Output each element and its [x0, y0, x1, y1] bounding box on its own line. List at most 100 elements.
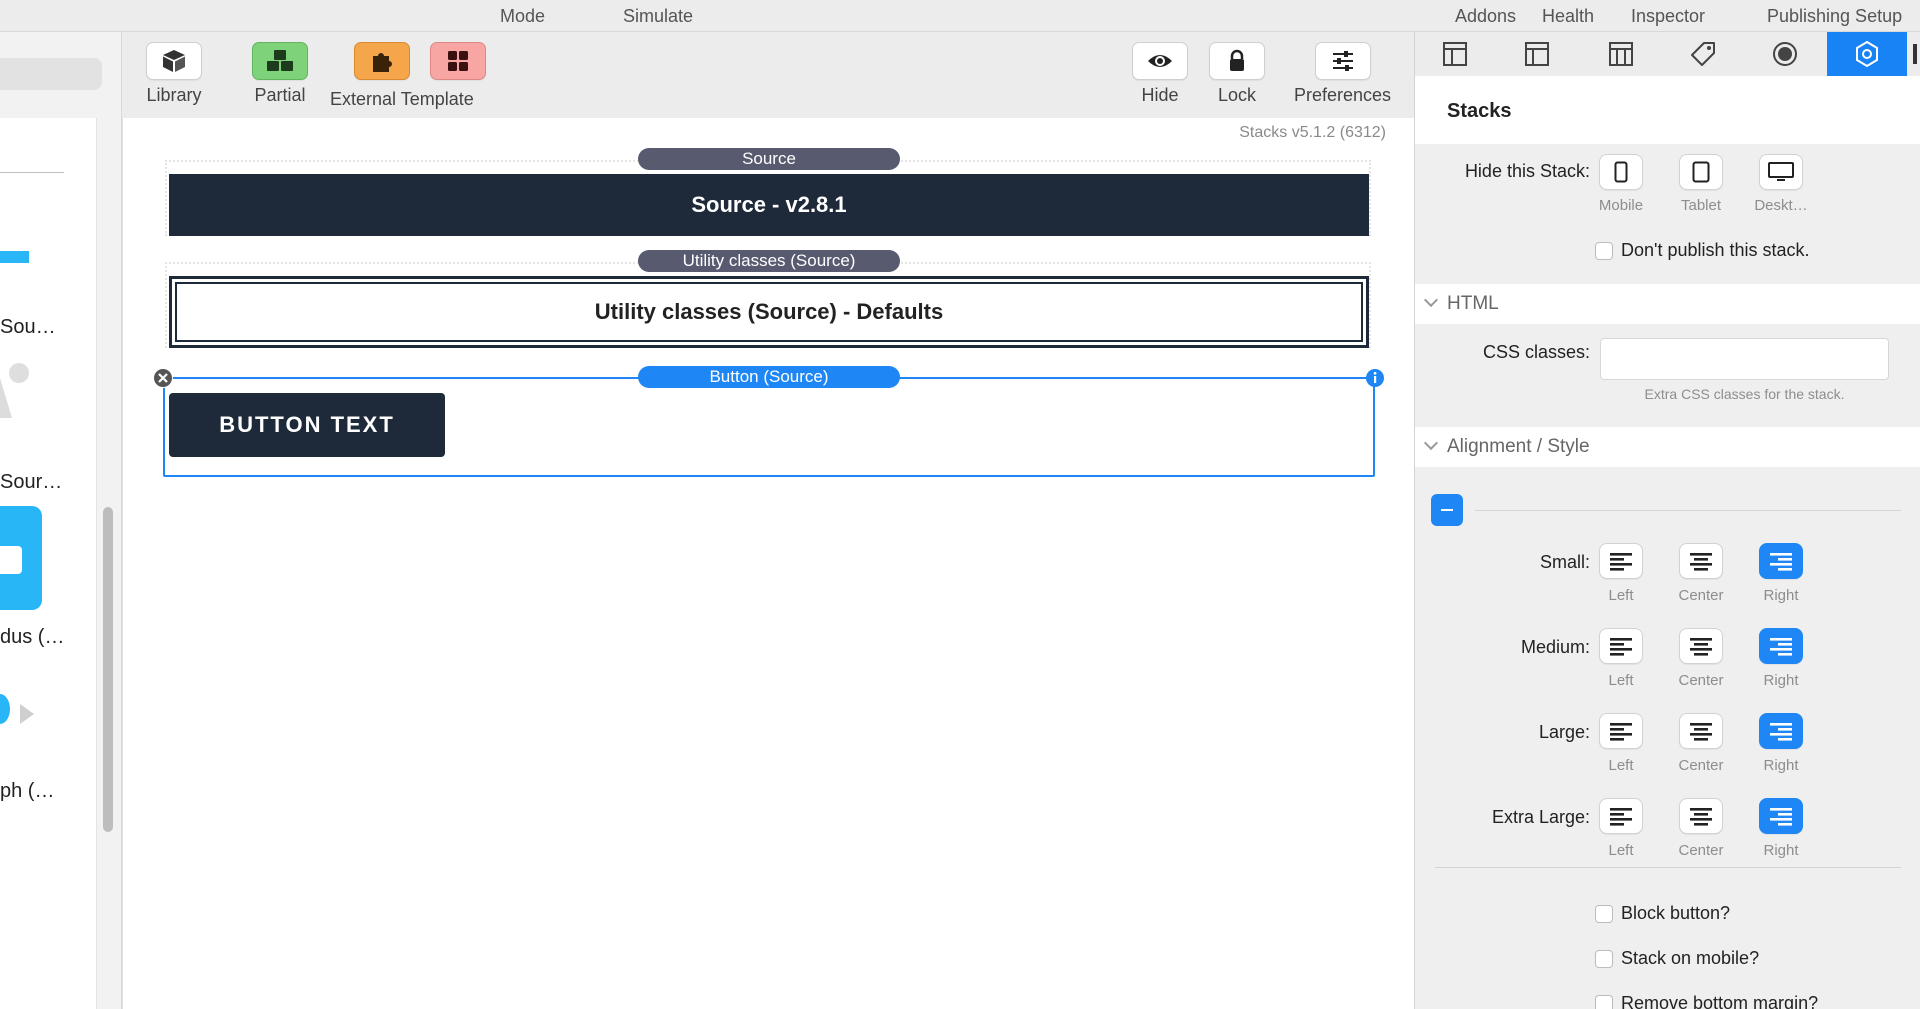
- library-scrollbar[interactable]: [103, 507, 113, 832]
- align-right-button[interactable]: [1759, 798, 1803, 834]
- tab-site[interactable]: [1497, 32, 1577, 76]
- library-item-label[interactable]: ph (…: [0, 780, 54, 803]
- partial-label: Partial: [254, 85, 306, 105]
- align-center-button[interactable]: [1679, 628, 1723, 664]
- external-template-label: External Template: [330, 89, 474, 109]
- align-option-caption: Center: [1678, 672, 1724, 689]
- stacks-header: Stacks: [1415, 76, 1920, 144]
- tab-stack-settings[interactable]: [1827, 32, 1907, 76]
- block-button-checkbox[interactable]: [1595, 905, 1613, 923]
- align-option-caption: Right: [1763, 672, 1799, 689]
- hexagon-gear-icon: [1856, 40, 1878, 68]
- remove-stack-icon[interactable]: [153, 368, 173, 388]
- align-option-caption: Center: [1678, 587, 1724, 604]
- image-stack-icon: [0, 506, 42, 610]
- source-stack-tab[interactable]: Source: [638, 148, 900, 170]
- alignment-row-label: Small:: [1539, 552, 1590, 572]
- library-list: Sou… Sour… dus (… ph (…: [0, 118, 97, 1009]
- hide-desktop-button[interactable]: [1759, 154, 1803, 190]
- align-right-button[interactable]: [1759, 713, 1803, 749]
- source-banner[interactable]: Source - v2.8.1: [169, 174, 1369, 236]
- library-tool[interactable]: Library: [146, 42, 202, 106]
- chevron-down-icon: [1423, 292, 1439, 308]
- button-stack-tab[interactable]: Button (Source): [638, 366, 900, 388]
- chevron-down-icon: [1423, 435, 1439, 451]
- align-center-button[interactable]: [1679, 543, 1723, 579]
- menu-publishing-setup[interactable]: Publishing Setup: [1767, 6, 1902, 27]
- tag-icon: [1691, 42, 1715, 66]
- hide-mobile-button[interactable]: [1599, 154, 1643, 190]
- align-right-icon: [1770, 808, 1792, 826]
- align-right-button[interactable]: [1759, 628, 1803, 664]
- css-classes-input[interactable]: [1600, 338, 1889, 380]
- menu-addons[interactable]: Addons: [1455, 6, 1516, 27]
- menu-health[interactable]: Health: [1542, 6, 1594, 27]
- align-option-caption: Center: [1678, 757, 1724, 774]
- inspector-tabs: [1415, 32, 1920, 76]
- align-left-button[interactable]: [1599, 628, 1643, 664]
- menu-simulate[interactable]: Simulate: [623, 6, 693, 27]
- html-section-title: HTML: [1447, 293, 1499, 314]
- lock-button[interactable]: [1209, 42, 1265, 80]
- template-button[interactable]: [430, 42, 486, 80]
- align-right-icon: [1770, 553, 1792, 571]
- divider: [1475, 510, 1901, 511]
- alignment-row-label: Large:: [1538, 722, 1590, 742]
- library-button[interactable]: [146, 42, 202, 80]
- info-icon[interactable]: [1365, 368, 1385, 388]
- align-left-button[interactable]: [1599, 543, 1643, 579]
- tab-page-layout[interactable]: [1415, 32, 1495, 76]
- cube-icon: [163, 50, 185, 72]
- utility-stack-tab[interactable]: Utility classes (Source): [638, 250, 900, 272]
- library-item-label[interactable]: Sour…: [0, 471, 62, 494]
- tab-resources[interactable]: [1745, 32, 1825, 76]
- utility-banner[interactable]: Utility classes (Source) - Defaults: [169, 276, 1369, 348]
- inspector-panel: Stacks Hide this Stack: Mobile Tablet De…: [1414, 32, 1920, 1009]
- align-left-button[interactable]: [1599, 798, 1643, 834]
- align-center-button[interactable]: [1679, 713, 1723, 749]
- device-caption: Deskt…: [1754, 197, 1808, 214]
- remove-bottom-margin-label: Remove bottom margin?: [1621, 993, 1819, 1009]
- tab-theme[interactable]: [1581, 32, 1661, 76]
- hide-tool[interactable]: Hide: [1132, 42, 1188, 106]
- preview-button[interactable]: BUTTON TEXT: [169, 393, 445, 457]
- editor-canvas[interactable]: Stacks v5.1.2 (6312) Source - v2.8.1 Sou…: [122, 118, 1414, 1009]
- alignment-section-header[interactable]: Alignment / Style: [1415, 427, 1920, 467]
- preferences-button[interactable]: [1314, 42, 1371, 80]
- html-section-header[interactable]: HTML: [1415, 284, 1920, 324]
- align-center-button[interactable]: [1679, 798, 1723, 834]
- library-search-input[interactable]: [0, 58, 102, 90]
- lock-tool[interactable]: Lock: [1209, 42, 1265, 106]
- hide-button[interactable]: [1132, 42, 1188, 80]
- external-button[interactable]: [354, 42, 410, 80]
- minus-icon: [1441, 509, 1453, 511]
- partial-button[interactable]: [252, 42, 308, 80]
- library-item-label[interactable]: Sou…: [0, 316, 56, 339]
- circle-icon: [9, 363, 29, 383]
- align-option-caption: Center: [1678, 842, 1724, 859]
- stack-on-mobile-checkbox[interactable]: [1595, 950, 1613, 968]
- css-classes-label: CSS classes:: [1482, 342, 1590, 362]
- menu-mode[interactable]: Mode: [500, 6, 545, 27]
- remove-bottom-margin-checkbox[interactable]: [1595, 995, 1613, 1009]
- align-left-button[interactable]: [1599, 713, 1643, 749]
- hide-tablet-button[interactable]: [1679, 154, 1723, 190]
- collapse-toggle[interactable]: [1431, 494, 1463, 526]
- tab-seo[interactable]: [1663, 32, 1743, 76]
- align-left-icon: [1610, 553, 1632, 571]
- lock-icon: [1230, 49, 1244, 71]
- layout-icon: [1443, 42, 1467, 66]
- grid-icon: [448, 51, 468, 71]
- library-item-label[interactable]: dus (…: [0, 626, 64, 649]
- alignment-row-label: Extra Large:: [1491, 807, 1590, 827]
- menu-inspector[interactable]: Inspector: [1631, 6, 1705, 27]
- desktop-icon: [1768, 162, 1794, 181]
- preferences-tool[interactable]: Preferences: [1294, 42, 1391, 106]
- eye-icon: [1148, 55, 1172, 67]
- tablet-icon: [1692, 161, 1710, 183]
- partial-tool[interactable]: Partial: [252, 42, 308, 106]
- block-button-label: Block button?: [1621, 903, 1731, 923]
- device-caption: Tablet: [1680, 197, 1722, 214]
- align-right-button[interactable]: [1759, 543, 1803, 579]
- dont-publish-checkbox[interactable]: [1595, 242, 1613, 260]
